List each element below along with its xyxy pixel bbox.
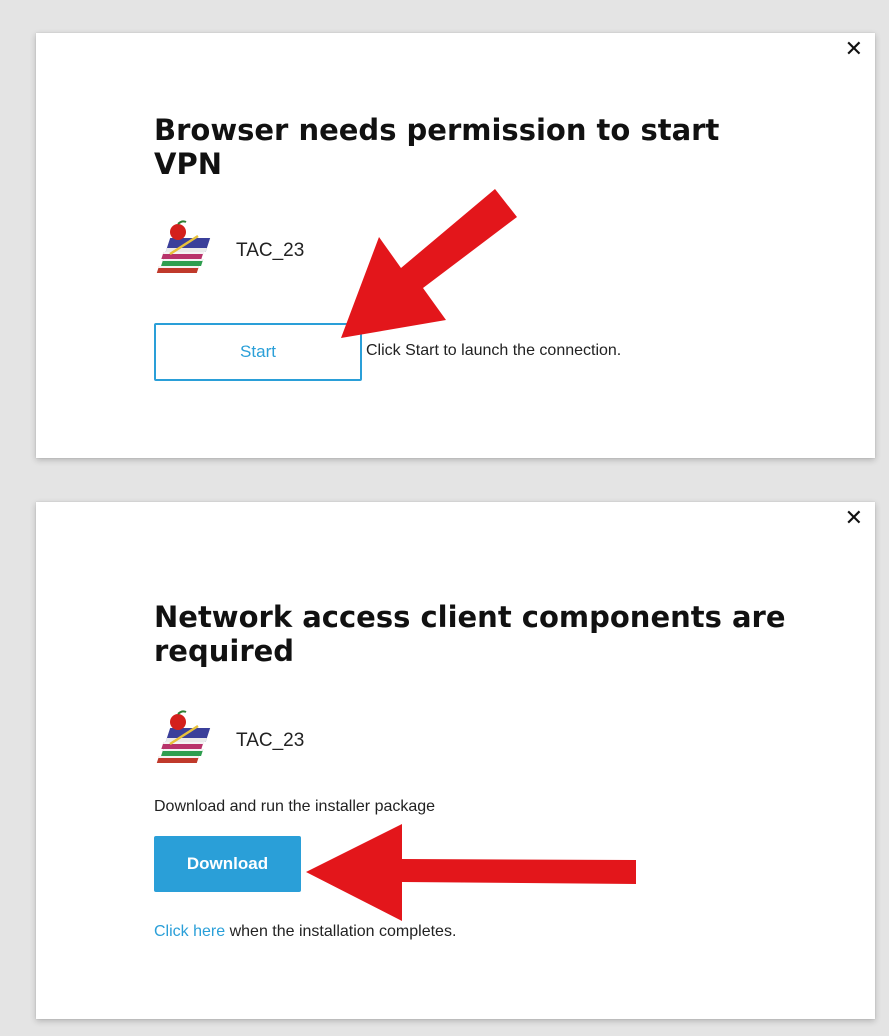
completion-line: Click here when the installation complet… <box>154 923 456 941</box>
app-row: TAC_23 <box>154 220 304 282</box>
dialog-title: Network access client components are req… <box>154 600 786 668</box>
app-name: TAC_23 <box>236 730 305 751</box>
components-required-dialog: ✕ Network access client components are r… <box>36 502 875 1019</box>
app-name: TAC_23 <box>236 240 305 261</box>
download-button[interactable]: Download <box>154 836 301 892</box>
click-here-link[interactable]: Click here <box>154 923 225 940</box>
start-button[interactable]: Start <box>154 323 362 381</box>
permission-dialog: ✕ Browser needs permission to start VPN … <box>36 33 875 458</box>
close-icon[interactable]: ✕ <box>845 508 863 530</box>
app-books-apple-icon <box>156 710 211 763</box>
app-row: TAC_23 <box>154 710 304 772</box>
dialog-title: Browser needs permission to start VPN <box>154 113 720 181</box>
close-icon[interactable]: ✕ <box>845 39 863 61</box>
completion-text: when the installation completes. <box>225 923 457 940</box>
start-hint: Click Start to launch the connection. <box>366 342 622 359</box>
app-books-apple-icon <box>156 220 211 273</box>
download-instruction: Download and run the installer package <box>154 798 436 815</box>
